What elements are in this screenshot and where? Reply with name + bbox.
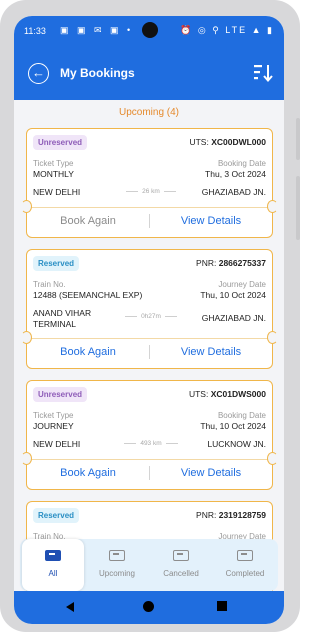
- booking-reference: PNR: 2319128759: [196, 510, 266, 520]
- ticket-icon: [45, 550, 61, 561]
- distance: 26 km: [99, 188, 203, 195]
- booking-reference: UTS: XC00DWL000: [189, 137, 266, 147]
- system-navigation-bar: [14, 591, 284, 624]
- front-camera: [142, 22, 158, 38]
- tab-label: Cancelled: [163, 569, 199, 578]
- duration: 0h27m: [99, 313, 203, 320]
- journey-date-label: Journey Date: [218, 280, 266, 289]
- booking-reference: PNR: 2866275337: [196, 258, 266, 268]
- tab-cancelled[interactable]: Cancelled: [150, 539, 212, 591]
- booking-card[interactable]: Unreserved UTS: XC00DWL000 Ticket Type B…: [21, 128, 278, 238]
- status-badge: Unreserved: [33, 135, 88, 150]
- booking-card[interactable]: Reserved PNR: 2866275337 Train No. Journ…: [21, 249, 278, 369]
- book-again-button[interactable]: Book Again: [27, 336, 149, 368]
- tab-label: Completed: [225, 569, 265, 578]
- train-no-label: Train No.: [33, 280, 66, 289]
- system-back-icon[interactable]: [66, 602, 74, 612]
- from-station: NEW DELHI: [33, 187, 81, 197]
- to-station: LUCKNOW JN.: [207, 439, 266, 449]
- view-details-button[interactable]: View Details: [150, 205, 272, 237]
- phone-side-button: [296, 118, 300, 160]
- view-details-button[interactable]: View Details: [150, 457, 272, 489]
- ticket-icon: [173, 550, 189, 561]
- system-recents-icon[interactable]: [217, 601, 227, 611]
- tab-upcoming[interactable]: Upcoming: [86, 539, 148, 591]
- ticket-icon: [237, 550, 253, 561]
- status-badge: Reserved: [33, 508, 80, 523]
- bottom-tab-bar: All Upcoming Cancelled Completed: [20, 539, 278, 591]
- section-title: Upcoming (4): [118, 107, 180, 118]
- phone-volume-button: [296, 176, 300, 240]
- booking-date-label: Booking Date: [217, 159, 266, 168]
- system-home-icon[interactable]: [143, 601, 154, 612]
- to-station: GHAZIABAD JN.: [201, 313, 266, 323]
- app-bar: ← My Bookings: [14, 48, 284, 100]
- status-badge: Unreserved: [33, 387, 88, 402]
- bookings-list: Upcoming (4) Unreserved UTS: XC00DWL000 …: [14, 100, 284, 601]
- status-time: 11:33: [24, 26, 46, 36]
- from-station: NEW DELHI: [33, 439, 81, 449]
- book-again-button[interactable]: Book Again: [27, 205, 149, 237]
- booking-date-label: Booking Date: [217, 411, 266, 420]
- ticket-type-value: JOURNEY: [33, 421, 74, 431]
- booking-date-value: Thu, 3 Oct 2024: [205, 169, 266, 179]
- ticket-type-label: Ticket Type: [33, 411, 74, 420]
- ticket-icon: [109, 550, 125, 561]
- booking-reference: UTS: XC01DWS000: [188, 389, 266, 399]
- journey-date-value: Thu, 10 Oct 2024: [200, 290, 266, 300]
- system-status-icons: ⏰ ◎ ⚲ LTE ▲ ▮: [180, 25, 274, 35]
- status-badge: Reserved: [33, 256, 80, 271]
- book-again-button[interactable]: Book Again: [27, 457, 149, 489]
- booking-card[interactable]: Unreserved UTS: XC01DWS000 Ticket Type B…: [21, 380, 278, 490]
- back-icon[interactable]: ←: [28, 63, 49, 84]
- train-no-value: 12488 (SEEMANCHAL EXP): [33, 290, 143, 300]
- tab-completed[interactable]: Completed: [214, 539, 276, 591]
- view-details-button[interactable]: View Details: [150, 336, 272, 368]
- sort-icon[interactable]: [252, 62, 274, 84]
- page-title: My Bookings: [60, 66, 135, 80]
- booking-date-value: Thu, 10 Oct 2024: [200, 421, 266, 431]
- phone-screen: 11:33 ▣ ▣ ✉ ▣ • ⏰ ◎ ⚲ LTE ▲ ▮ ← My Booki…: [14, 16, 284, 624]
- from-station: ANAND VIHAR TERMINAL: [33, 308, 92, 329]
- ticket-type-label: Ticket Type: [33, 159, 74, 168]
- status-bar: 11:33 ▣ ▣ ✉ ▣ • ⏰ ◎ ⚲ LTE ▲ ▮: [14, 16, 284, 48]
- notification-icons: ▣ ▣ ✉ ▣ •: [60, 25, 134, 35]
- to-station: GHAZIABAD JN.: [201, 187, 266, 197]
- tab-label: Upcoming: [98, 569, 135, 578]
- tab-label: All: [48, 569, 58, 578]
- ticket-type-value: MONTHLY: [33, 169, 74, 179]
- distance: 493 km: [99, 440, 203, 447]
- tab-all[interactable]: All: [22, 539, 84, 591]
